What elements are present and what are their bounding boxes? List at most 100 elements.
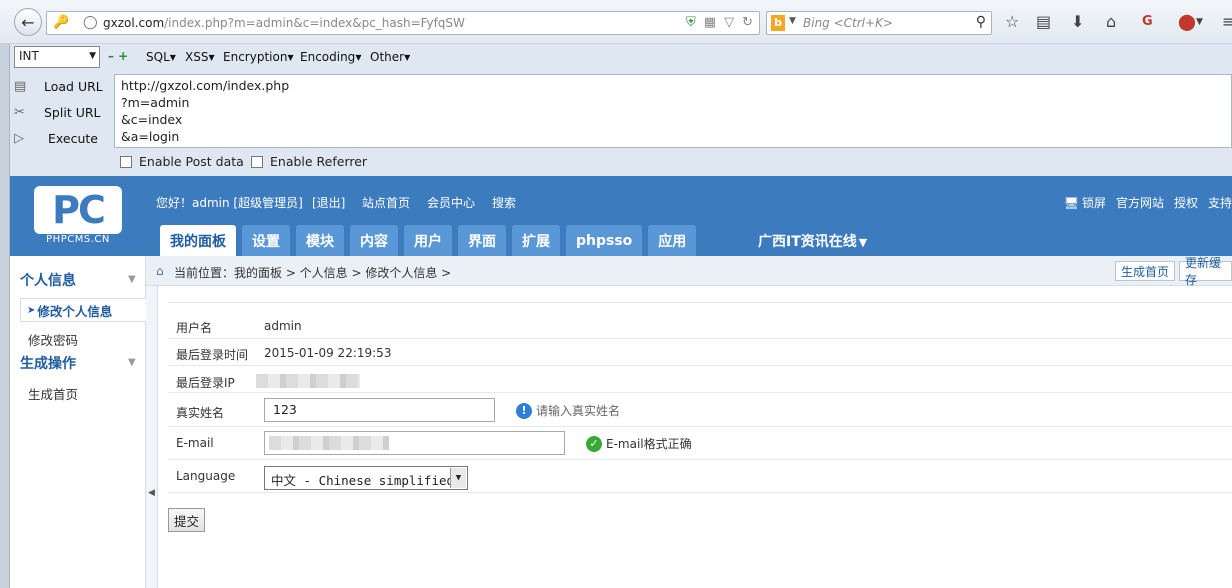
checkbox[interactable]	[251, 155, 263, 168]
url-textarea[interactable]: http://gxzol.com/index.php ?m=admin &c=i…	[114, 74, 1232, 148]
key-icon[interactable]: 🔑	[53, 15, 69, 30]
logo-mark: PC	[34, 186, 122, 234]
sidebar-item-change-password[interactable]: 修改密码	[28, 330, 78, 349]
chevron-down-icon[interactable]: ▼	[128, 357, 136, 368]
breadcrumb-bar: ⌂ 当前位置：我的面板 > 个人信息 > 修改个人信息 > 生成首页 更新缓存	[146, 256, 1232, 287]
url-path: /index.php?m=admin&c=index&pc_hash=FyfqS…	[164, 16, 465, 30]
cms-logo[interactable]: PC PHPCMS.CN	[34, 186, 122, 245]
type-select[interactable]: INT ▼	[14, 46, 100, 68]
search-link[interactable]: 搜索	[492, 194, 516, 211]
realname-label: 真实姓名	[176, 406, 225, 420]
menu-encryption[interactable]: Encryption▼	[223, 50, 294, 64]
globe-icon: ◯	[83, 15, 98, 30]
menu-other[interactable]: Other▼	[370, 50, 410, 64]
check-icon: ✓	[586, 435, 602, 452]
split-url-button[interactable]: ✂ Split URL	[14, 101, 101, 123]
sidebar-section-personal-info[interactable]: 个人信息	[20, 270, 76, 290]
sidebar-item-generate-home[interactable]: 生成首页	[28, 384, 78, 403]
support-link[interactable]: 支持	[1208, 194, 1232, 211]
checkbox[interactable]	[120, 155, 132, 168]
search-bar[interactable]: b ▼ Bing <Ctrl+K> ⚲	[766, 11, 992, 35]
breadcrumb: 当前位置：我的面板 > 个人信息 > 修改个人信息 >	[174, 266, 452, 280]
tab-settings[interactable]: 设置	[242, 225, 290, 256]
row-last-ip: 最后登录IP	[168, 366, 1232, 393]
chevron-down-icon: ▼	[858, 236, 868, 249]
gm-icon[interactable]: G	[1142, 14, 1153, 29]
menu-sql[interactable]: SQL▼	[146, 50, 176, 64]
back-arrow-icon: ←	[21, 12, 35, 32]
menu-icon[interactable]: ≡	[1222, 12, 1232, 31]
bing-icon[interactable]: b	[771, 15, 785, 31]
home-icon[interactable]: ⌂	[1106, 12, 1116, 31]
tab-content[interactable]: 内容	[350, 225, 398, 256]
sidebar-section-generate[interactable]: 生成操作	[20, 353, 76, 373]
execute-button[interactable]: ▷ Execute	[14, 127, 98, 149]
play-icon: ▷	[14, 130, 24, 146]
main-tabs: 我的面板 设置 模块 内容 用户 界面 扩展 phpsso 应用	[160, 225, 697, 256]
last-login-value: 2015-01-09 22:19:53	[264, 346, 392, 360]
tab-extensions[interactable]: 扩展	[512, 225, 560, 256]
tab-phpsso[interactable]: phpsso	[566, 225, 643, 256]
window-edge	[0, 44, 10, 588]
username-label: 用户名	[176, 321, 213, 335]
load-url-button[interactable]: ▤ Load URL	[14, 75, 103, 97]
reading-list-icon[interactable]: ▤	[1036, 12, 1051, 31]
adblock-icon[interactable]: ⬤	[1178, 12, 1196, 31]
logo-text: PHPCMS.CN	[46, 234, 110, 245]
info-icon: !	[516, 402, 532, 419]
submit-button[interactable]: 提交	[168, 508, 205, 532]
chevron-down-icon[interactable]: ▼	[128, 274, 136, 285]
realname-input[interactable]: 123	[264, 398, 495, 422]
email-hint: ✓ E-mail格式正确	[586, 435, 692, 452]
chevron-down-icon[interactable]: ▼	[1196, 17, 1203, 27]
email-input[interactable]	[264, 431, 565, 455]
dropdown-icon[interactable]: ▽	[724, 15, 734, 30]
qr-code-icon[interactable]: ▦	[704, 15, 716, 30]
generate-home-button[interactable]: 生成首页	[1115, 261, 1176, 281]
license-link[interactable]: 授权	[1174, 194, 1198, 211]
tab-my-panel[interactable]: 我的面板	[160, 225, 236, 256]
last-login-label: 最后登录时间	[176, 348, 249, 362]
username-value: admin	[264, 319, 302, 333]
row-username: 用户名 admin	[168, 313, 1232, 339]
load-icon: ▤	[14, 78, 27, 94]
greeting-text: 您好！admin [超级管理员]	[156, 196, 303, 210]
redacted-email	[269, 436, 389, 450]
enable-post-checkbox[interactable]: Enable Post data	[120, 154, 244, 169]
realname-hint: ! 请输入真实姓名	[516, 402, 620, 419]
type-select-value: INT	[19, 49, 39, 63]
address-bar[interactable]: 🔑 ◯ gxzol.com/index.php?m=admin&c=index&…	[46, 11, 760, 35]
url-text[interactable]: gxzol.com/index.php?m=admin&c=index&pc_h…	[103, 16, 465, 30]
sidebar-collapse-bar[interactable]: ◀	[146, 256, 158, 588]
member-center-link[interactable]: 会员中心	[427, 194, 475, 211]
row-language: Language 中文 - Chinese simplified ▼	[168, 460, 1232, 493]
language-select[interactable]: 中文 - Chinese simplified ▼	[264, 466, 468, 490]
tab-apps[interactable]: 应用	[648, 225, 697, 256]
menu-encoding[interactable]: Encoding▼	[300, 50, 361, 64]
lock-screen-link[interactable]: 🖥 锁屏	[1064, 194, 1106, 211]
logout-link[interactable]: [退出]	[312, 194, 345, 211]
chevron-left-icon[interactable]: ◀	[148, 488, 155, 498]
shield-icon[interactable]: ⛨	[686, 15, 696, 30]
star-icon[interactable]: ☆	[1005, 12, 1019, 31]
sidebar-item-edit-profile[interactable]: ➤ 修改个人信息	[20, 298, 146, 322]
menu-xss[interactable]: XSS▼	[185, 50, 215, 64]
tab-users[interactable]: 用户	[404, 225, 452, 256]
chevron-down-icon[interactable]: ▼	[789, 16, 796, 26]
home-icon: ⌂	[156, 264, 164, 278]
tab-interface[interactable]: 界面	[458, 225, 506, 256]
download-icon[interactable]: ⬇	[1071, 12, 1084, 31]
url-icons: ⛨ ▦ ▽ ↻	[686, 15, 753, 30]
back-button[interactable]: ←	[14, 8, 42, 36]
row-email: E-mail ✓ E-mail格式正确	[168, 427, 1232, 460]
plus-minus-icon[interactable]: – +	[108, 49, 128, 63]
tab-modules[interactable]: 模块	[296, 225, 344, 256]
update-cache-button[interactable]: 更新缓存	[1179, 256, 1232, 287]
site-select[interactable]: 广西IT资讯在线 ▼	[758, 231, 867, 251]
enable-referrer-checkbox[interactable]: Enable Referrer	[251, 154, 367, 169]
search-icon[interactable]: ⚲	[976, 14, 986, 30]
official-site-link[interactable]: 官方网站	[1116, 194, 1164, 211]
search-input[interactable]: Bing <Ctrl+K>	[803, 16, 893, 30]
site-home-link[interactable]: 站点首页	[362, 194, 410, 211]
reload-icon[interactable]: ↻	[742, 15, 753, 30]
